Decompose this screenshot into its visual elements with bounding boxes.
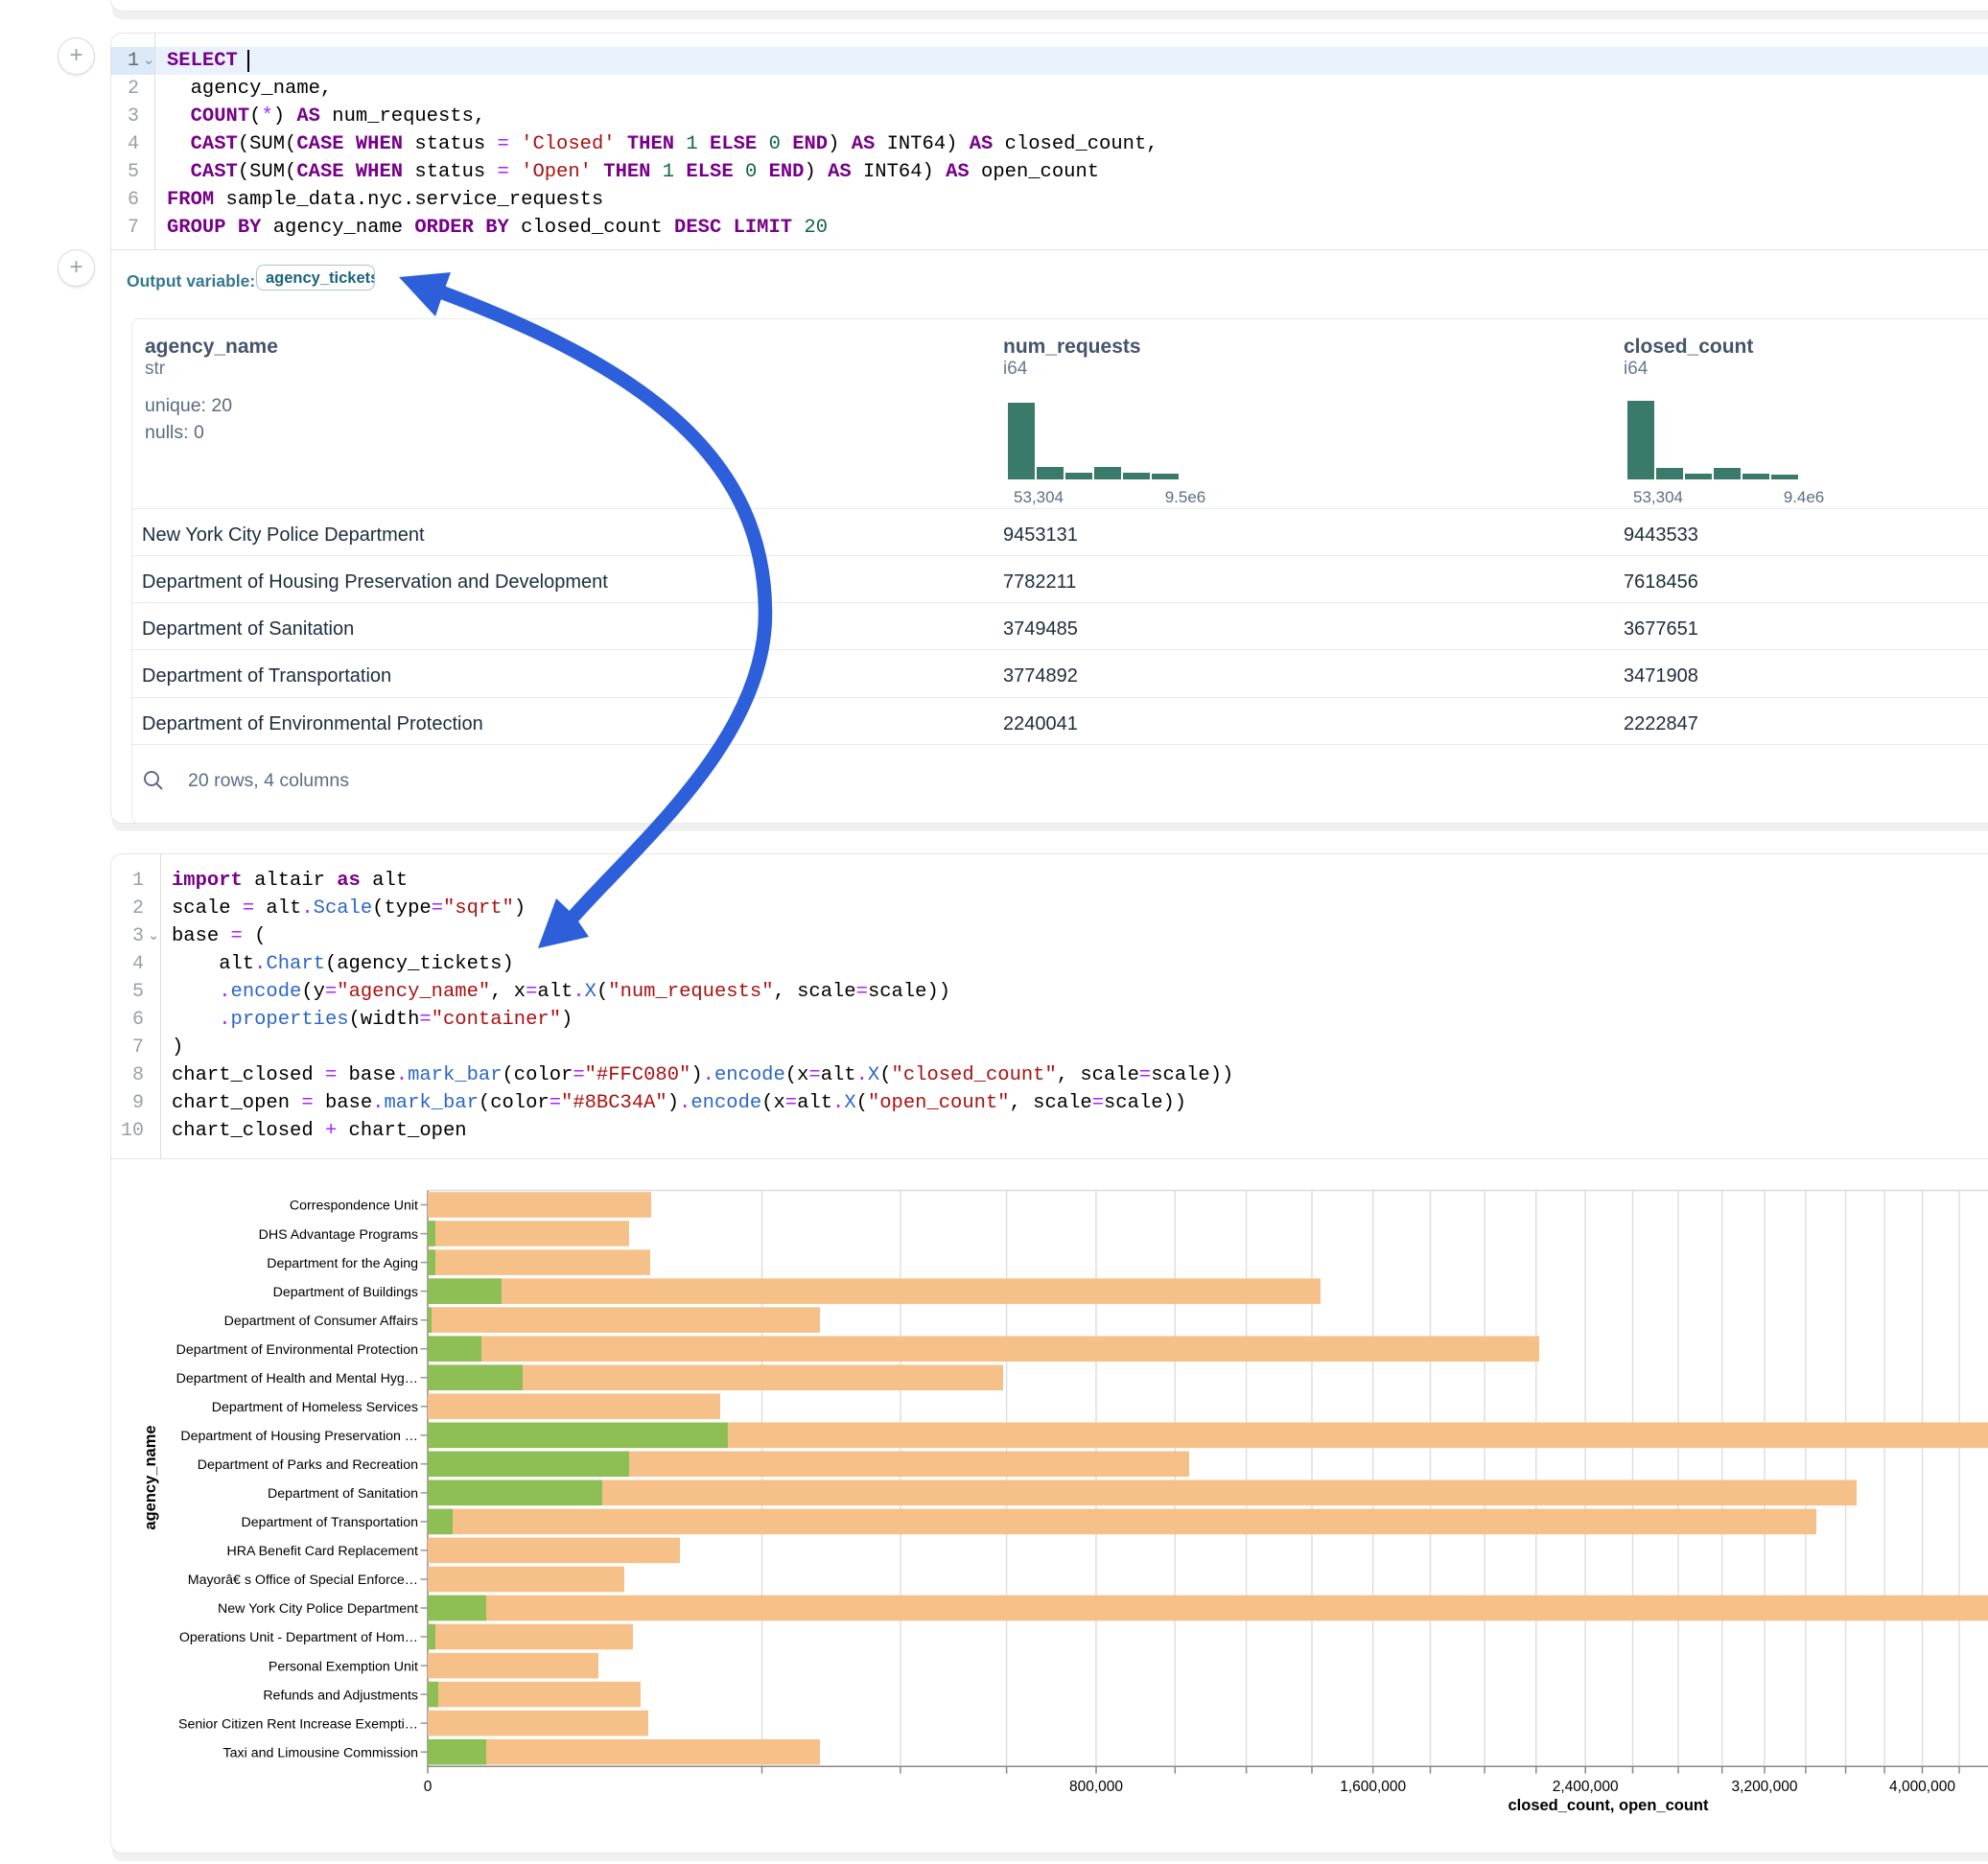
svg-text:1,600,000: 1,600,000 [1340,1779,1406,1795]
svg-text:Department of Environmental Pr: Department of Environmental Protection [176,1342,418,1358]
svg-text:Operations Unit - Department o: Operations Unit - Department of Hom… [179,1630,418,1645]
svg-text:agency_name: agency_name [142,1425,159,1529]
svg-text:DHS Advantage Programs: DHS Advantage Programs [259,1227,418,1243]
svg-text:Department of Buildings: Department of Buildings [273,1285,418,1300]
svg-text:Correspondence Unit: Correspondence Unit [290,1199,418,1214]
svg-text:Personal Exemption Unit: Personal Exemption Unit [269,1659,418,1674]
svg-text:3,200,000: 3,200,000 [1732,1779,1798,1795]
svg-text:2,400,000: 2,400,000 [1553,1779,1619,1795]
svg-text:Department of Parks and Recrea: Department of Parks and Recreation [198,1457,418,1473]
svg-text:Mayorâ€ s Office of Special En: Mayorâ€ s Office of Special Enforce… [188,1573,418,1588]
svg-text:New York City Police Departmen: New York City Police Department [218,1601,418,1617]
svg-text:800,000: 800,000 [1069,1779,1123,1795]
svg-text:Senior Citizen Rent Increase E: Senior Citizen Rent Increase Exempti… [178,1716,418,1732]
svg-text:Department of Consumer Affairs: Department of Consumer Affairs [224,1314,418,1329]
svg-text:Department of Health and Menta: Department of Health and Mental Hyg… [176,1371,418,1386]
svg-text:closed_count, open_count: closed_count, open_count [1508,1797,1709,1814]
svg-text:Taxi and Limousine Commission: Taxi and Limousine Commission [223,1745,418,1760]
svg-text:0: 0 [424,1779,433,1795]
svg-text:Department of Homeless Service: Department of Homeless Services [212,1400,418,1415]
svg-text:4,000,000: 4,000,000 [1889,1779,1955,1795]
svg-text:HRA Benefit Card Replacement: HRA Benefit Card Replacement [226,1544,418,1559]
svg-text:Department of Sanitation: Department of Sanitation [268,1486,418,1502]
svg-text:Refunds and Adjustments: Refunds and Adjustments [263,1688,418,1703]
svg-text:Department of Transportation: Department of Transportation [241,1515,418,1530]
svg-text:Department for the Aging: Department for the Aging [267,1256,418,1271]
svg-text:Department of Housing Preserva: Department of Housing Preservation … [180,1429,418,1444]
